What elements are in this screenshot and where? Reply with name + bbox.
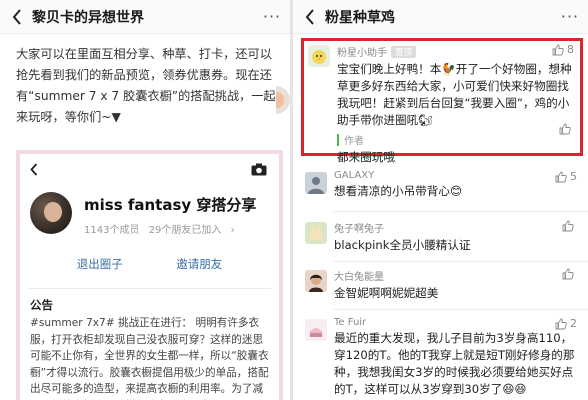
chevron-left-icon xyxy=(305,8,314,25)
comment-text: blackpink全员小腰精认证 xyxy=(334,238,471,252)
pinned-comment: 粉星小助手 置顶 宝宝们晚上好鸭！本🐓开了一个好物圈，想种草更多好东西给大家，小可… xyxy=(301,38,583,164)
chevron-right-icon: › xyxy=(230,225,235,236)
thumbs-up-icon xyxy=(555,171,567,182)
user-avatar xyxy=(305,319,327,341)
comment-author: 粉星小助手 置顶 xyxy=(337,44,576,59)
like-button[interactable] xyxy=(559,123,574,135)
comment-text: 宝宝们晚上好鸭！本🐓开了一个好物圈，想种草更多好东西给大家，小可爱们快来好物圈找… xyxy=(337,62,572,127)
divider xyxy=(333,261,588,262)
member-count: 1143个成员 xyxy=(84,225,140,236)
card-header xyxy=(20,154,279,184)
comment-text: 金智妮啊啊妮妮超美 xyxy=(334,286,439,300)
thumbs-up-icon xyxy=(562,220,574,232)
right-panel: 粉星种草鸡 ··· 粉星小助手 置顶 宝宝们晚上好鸭！本🐓开了一个好物圈，想种草更… xyxy=(293,0,588,400)
comment-item: 大白兔能量 金智妮啊啊妮妮超美 xyxy=(301,268,583,304)
page-title: 黎贝卡的异想世界 xyxy=(32,9,144,26)
author-reply-text: 都来圈玩哦 xyxy=(337,150,395,164)
group-meta: 1143个成员 29个朋友已加入 › xyxy=(84,221,256,236)
chevron-left-icon xyxy=(12,8,21,25)
comment-text: 最近的重大发现，我儿子目前为3岁身高110，穿120的T。他的T我穿上就是短T刚… xyxy=(334,331,575,396)
invite-friends-button[interactable]: 邀请朋友 xyxy=(176,256,222,286)
right-topbar: 粉星种草鸡 ··· xyxy=(293,0,588,34)
comment-author: 大白兔能量 xyxy=(334,272,384,283)
user-avatar xyxy=(305,222,327,244)
user-avatar xyxy=(305,270,327,292)
comment-item: 兔子啊兔子 blackpink全员小腰精认证 xyxy=(301,220,583,256)
thumbs-up-icon xyxy=(559,123,571,135)
group-name: miss fantasy 穿搭分享 xyxy=(84,196,257,214)
author-indicator xyxy=(337,133,339,146)
like-count: 2 xyxy=(570,317,577,330)
notice-title: 公告 xyxy=(30,298,53,312)
like-count: 5 xyxy=(570,170,577,183)
assistant-avatar xyxy=(308,45,330,67)
exit-group-button[interactable]: 退出圈子 xyxy=(77,256,123,286)
like-button[interactable]: 8 xyxy=(552,43,574,56)
left-topbar: 黎贝卡的异想世界 ··· xyxy=(0,0,290,34)
more-menu-button[interactable]: ··· xyxy=(558,7,582,26)
author-label: 作者 xyxy=(344,136,364,147)
divider xyxy=(333,211,588,212)
like-button[interactable] xyxy=(562,268,577,280)
pinned-badge: 置顶 xyxy=(391,46,417,58)
comment-author: Te Fuir xyxy=(334,317,367,328)
back-button[interactable] xyxy=(299,6,321,28)
comment-author: GALAXY xyxy=(334,170,375,181)
more-menu-button[interactable]: ··· xyxy=(260,7,284,26)
page-title: 粉星种草鸡 xyxy=(325,9,395,26)
like-button[interactable]: 5 xyxy=(555,170,577,183)
back-button[interactable] xyxy=(6,6,28,28)
group-profile: miss fantasy 穿搭分享 1143个成员 29个朋友已加入 › xyxy=(20,184,279,250)
camera-icon[interactable] xyxy=(251,163,267,176)
comment-author: 兔子啊兔子 xyxy=(334,224,384,235)
thumbs-up-icon xyxy=(552,44,564,55)
author-reply-header: 作者 xyxy=(337,132,576,147)
group-card[interactable]: miss fantasy 穿搭分享 1143个成员 29个朋友已加入 › 退出圈… xyxy=(16,150,283,400)
user-avatar xyxy=(305,172,327,194)
thumbs-up-icon xyxy=(555,318,567,329)
card-actions: 退出圈子 邀请朋友 xyxy=(20,250,279,286)
like-count: 8 xyxy=(567,43,574,56)
left-panel: 黎贝卡的异想世界 ··· 大家可以在里面互相分享、种草、打卡，还可以抢先看到我们… xyxy=(0,0,290,400)
comment-item: Te Fuir 最近的重大发现，我儿子目前为3岁身高110，穿120的T。他的T… xyxy=(301,317,583,400)
group-avatar xyxy=(30,192,72,234)
comment-item: GALAXY 想看清凉的小吊带背心😊 5 xyxy=(301,170,583,206)
chick-icon xyxy=(308,45,330,67)
friends-joined[interactable]: 29个朋友已加入 › xyxy=(149,225,241,236)
notice-text: #summer 7x7# 挑战正在进行： 明明有许多衣服，打开衣柜却发现自己没衣… xyxy=(30,317,269,400)
thumbs-up-icon xyxy=(562,268,574,280)
article-intro-text: 大家可以在里面互相分享、种草、打卡，还可以抢先看到我们的新品预览，领券优惠券。现… xyxy=(16,47,276,124)
like-button[interactable]: 2 xyxy=(555,317,577,330)
comment-text: 想看清凉的小吊带背心😊 xyxy=(334,184,463,198)
like-button[interactable] xyxy=(562,220,577,232)
chevron-left-icon[interactable] xyxy=(30,162,38,176)
divider xyxy=(333,309,588,310)
